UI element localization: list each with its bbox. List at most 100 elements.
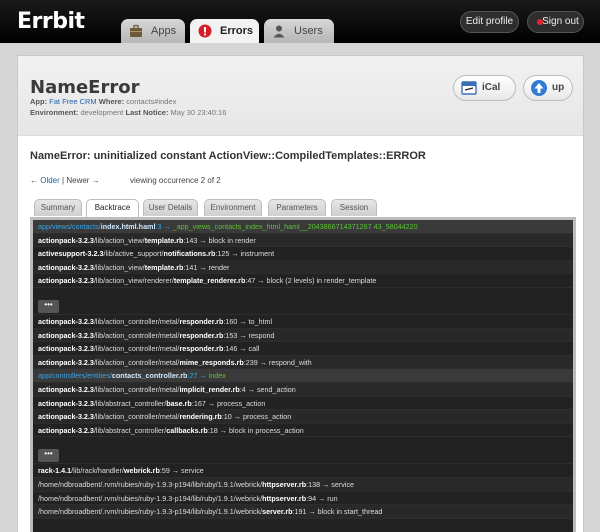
file-path: /lib/action_controller/metal/ xyxy=(93,330,180,340)
file-name: responder.rb xyxy=(179,330,224,340)
environment-value: development xyxy=(80,108,124,117)
edit-profile-button[interactable]: Edit profile xyxy=(460,11,519,33)
gem-name: actionpack-3.2.3 xyxy=(38,235,94,245)
tab-backtrace[interactable]: Backtrace xyxy=(86,199,139,217)
line-info: :4 → send_action xyxy=(239,384,296,394)
page-title: NameError xyxy=(30,77,140,98)
file-name: httpserver.rb xyxy=(262,493,307,503)
show-more-button[interactable]: ••• xyxy=(38,299,59,313)
up-arrow-icon xyxy=(531,80,547,96)
gem-name: rack-1.4.1 xyxy=(38,466,72,476)
file-name: callbacks.rb xyxy=(166,425,208,435)
line-info: :143 → block in render xyxy=(183,235,256,245)
method-name: _app_views_contacts_index_html_haml__204… xyxy=(172,222,418,231)
newer-link: Newer xyxy=(66,176,90,185)
gem-name: actionpack-3.2.3 xyxy=(38,316,94,326)
tab-user-details[interactable]: User Details xyxy=(143,199,198,216)
tab-apps[interactable]: Apps xyxy=(121,19,185,43)
file-name: webrick.rb xyxy=(123,466,160,476)
tab-session[interactable]: Session xyxy=(331,199,377,216)
sign-out-button[interactable]: Sign out xyxy=(527,11,584,33)
file-path: /lib/abstract_controller/ xyxy=(93,425,167,435)
file-name: index.html.haml xyxy=(100,222,156,231)
error-header: NameError App: Fat Free CRM Where: conta… xyxy=(18,56,583,136)
error-meta-env: Environment: development Last Notice: Ma… xyxy=(30,108,227,117)
tab-users[interactable]: Users xyxy=(264,19,334,43)
backtrace-line: actionpack-3.2.3/lib/action_controller/m… xyxy=(33,315,573,329)
file-path: /lib/action_controller/metal/ xyxy=(93,344,180,354)
line-info: :18 → block in process_action xyxy=(207,425,304,435)
file-path: /home/ndbroadbent/.rvm/rubies/ruby-1.9.3… xyxy=(38,479,263,489)
file-path: app/controllers/entities/ xyxy=(38,371,112,381)
backtrace-line: /home/ndbroadbent/.rvm/rubies/ruby-1.9.3… xyxy=(33,477,573,492)
backtrace-line: activesupport-3.2.3/lib/active_support/n… xyxy=(33,247,573,261)
line-info: :146 → call xyxy=(223,344,260,354)
main-content: NameError App: Fat Free CRM Where: conta… xyxy=(17,55,584,532)
expand-lines-row: ••• xyxy=(33,437,573,465)
line-info: :27 → xyxy=(187,371,209,381)
tab-summary[interactable]: Summary xyxy=(34,199,82,216)
tab-apps-label: Apps xyxy=(151,25,177,37)
backtrace-line: actionpack-3.2.3/lib/action_controller/m… xyxy=(33,355,573,370)
backtrace-line: actionpack-3.2.3/lib/action_controller/m… xyxy=(33,328,573,343)
error-message: NameError: uninitialized constant Action… xyxy=(30,150,426,162)
tab-users-label: Users xyxy=(294,25,323,37)
top-bar: Errbit Apps Errors Users Edit profile Si… xyxy=(0,0,600,43)
line-info: :59 → service xyxy=(159,466,204,476)
method-name: index xyxy=(208,371,226,381)
last-notice-value: May 30 23:40:16 xyxy=(170,108,227,117)
file-path: /lib/action_controller/metal/ xyxy=(93,412,180,422)
backtrace-line: actionpack-3.2.3/lib/action_view/templat… xyxy=(33,260,573,275)
expand-lines-row: ••• xyxy=(33,288,573,315)
file-name: server.rb xyxy=(262,507,293,517)
logo-text: Errbit xyxy=(17,9,85,34)
backtrace-line: /home/ndbroadbent/.rvm/rubies/ruby-1.9.3… xyxy=(33,505,573,519)
backtrace-line: actionpack-3.2.3/lib/action_controller/m… xyxy=(33,382,573,397)
file-path: /lib/action_view/ xyxy=(93,262,145,272)
gem-name: actionpack-3.2.3 xyxy=(38,357,94,367)
file-name: contacts_controller.rb xyxy=(111,371,188,381)
file-name: responder.rb xyxy=(179,316,224,326)
show-more-button[interactable]: ••• xyxy=(38,449,59,463)
backtrace-line: actionpack-3.2.3/lib/abstract_controller… xyxy=(33,424,573,438)
backtrace-list: app/views/contacts/index.html.haml:3 → _… xyxy=(30,217,576,532)
file-name: httpserver.rb xyxy=(262,479,307,489)
sign-out-label: Sign out xyxy=(542,16,579,27)
backtrace-line: actionpack-3.2.3/lib/action_view/templat… xyxy=(33,233,573,248)
file-path: /lib/action_view/renderer/ xyxy=(93,276,174,286)
file-name: base.rb xyxy=(166,398,192,408)
line-info: :153 → respond xyxy=(223,330,275,340)
file-path: /lib/action_controller/metal/ xyxy=(93,384,180,394)
tab-errors-label: Errors xyxy=(220,25,254,37)
line-info: :10 → process_action xyxy=(221,412,292,422)
file-path: /home/ndbroadbent/.rvm/rubies/ruby-1.9.3… xyxy=(38,507,263,517)
file-path: /lib/abstract_controller/ xyxy=(93,398,167,408)
file-name: notifications.rb xyxy=(163,249,216,259)
gem-name: activesupport-3.2.3 xyxy=(38,249,104,259)
gem-name: actionpack-3.2.3 xyxy=(38,384,94,394)
gem-name: actionpack-3.2.3 xyxy=(38,330,94,340)
ical-button[interactable]: iCal xyxy=(453,75,516,101)
line-info: :47 → block (2 levels) in render_templat… xyxy=(245,276,377,286)
gem-name: actionpack-3.2.3 xyxy=(38,262,94,272)
older-link[interactable]: Older xyxy=(40,176,60,185)
file-name: template.rb xyxy=(144,262,184,272)
file-path: /lib/action_controller/metal/ xyxy=(93,357,180,367)
file-path: /lib/rack/handler/ xyxy=(71,466,124,476)
file-path: /lib/active_support/ xyxy=(103,249,164,259)
error-meta-app: App: Fat Free CRM Where: contacts#index xyxy=(30,97,177,106)
errbit-logo[interactable]: Errbit xyxy=(17,9,85,34)
calendar-icon xyxy=(461,81,477,95)
gem-name: actionpack-3.2.3 xyxy=(38,412,94,422)
gem-name: actionpack-3.2.3 xyxy=(38,344,94,354)
gem-name: actionpack-3.2.3 xyxy=(38,276,94,286)
backtrace-line: app/views/contacts/index.html.haml:3 → _… xyxy=(33,220,573,234)
tab-environment[interactable]: Environment xyxy=(204,199,262,216)
tab-errors[interactable]: Errors xyxy=(190,19,259,43)
up-button[interactable]: up xyxy=(523,75,573,101)
file-name: template_renderer.rb xyxy=(173,276,246,286)
user-icon xyxy=(273,25,285,38)
tab-parameters[interactable]: Parameters xyxy=(268,199,326,216)
line-info: :141 → render xyxy=(183,262,230,272)
app-link[interactable]: Fat Free CRM xyxy=(49,97,97,106)
